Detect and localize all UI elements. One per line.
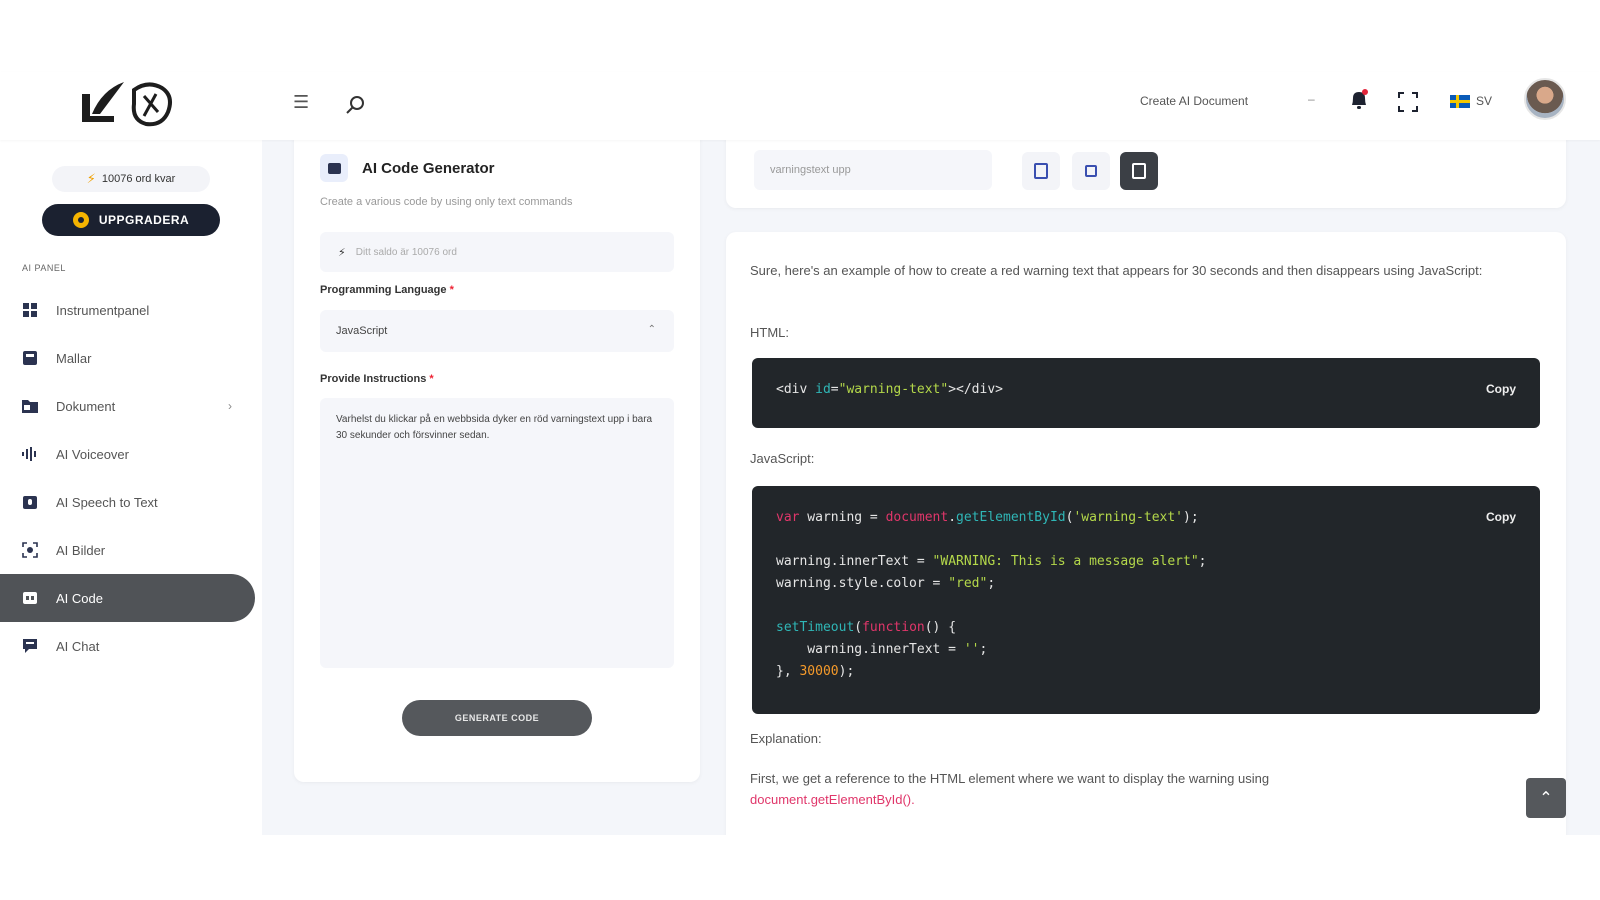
bolt-icon: ⚡ [338,246,346,259]
sidebar-item-label: AI Bilder [56,542,106,558]
chat-icon [22,638,38,654]
voiceover-icon [22,446,38,462]
image-icon [22,542,38,558]
code-line: setTimeout(function() { [776,620,957,635]
menu-toggle-icon[interactable]: ☰ [293,92,309,113]
copy-document-button[interactable] [1022,152,1060,190]
sidebar-item-label: AI Code [56,590,103,606]
explanation-text: First, we get a reference to the HTML el… [750,771,1270,807]
document-icon [1034,163,1048,179]
sidebar: ⚡ 10076 ord kvar UPPGRADERA AI PANEL Ins… [0,72,262,835]
sidebar-item-documents[interactable]: Dokument › [0,382,262,430]
copy-button[interactable]: Copy [1486,510,1516,524]
sidebar-item-speech-to-text[interactable]: AI Speech to Text [0,478,262,526]
words-remaining-badge: ⚡ 10076 ord kvar [52,166,210,192]
sidebar-item-label: AI Voiceover [56,446,129,462]
bolt-icon: ⚡ [86,171,96,186]
notification-bell-icon[interactable] [1348,88,1370,112]
sidebar-item-chat[interactable]: AI Chat [0,622,262,670]
sidebar-item-label: Mallar [56,350,92,366]
sidebar-item-label: AI Speech to Text [56,494,158,510]
result-intro: Sure, here's an example of how to create… [750,263,1483,278]
brand-logo [82,82,172,127]
scroll-to-top-button[interactable]: ⌃ [1526,778,1566,818]
documents-icon [22,398,38,414]
generate-code-button[interactable]: GENERATE CODE [402,700,592,736]
sidebar-item-label: Dokument [56,398,116,414]
words-remaining-text: 10076 ord kvar [101,173,176,185]
upgrade-label: UPPGRADERA [98,213,190,227]
copy-icon [1085,165,1097,177]
programming-language-select[interactable]: JavaScript ⌃ [320,310,674,352]
search-icon[interactable] [345,94,367,116]
generator-title: AI Code Generator [362,160,495,177]
code-line: }, 30000); [776,664,855,679]
create-ai-document-link[interactable]: Create AI Document [1140,94,1248,108]
fullscreen-icon[interactable] [1398,92,1418,112]
javascript-code-block: var warning = document.getElementById('w… [752,486,1540,714]
export-icon [1132,163,1146,179]
javascript-label: JavaScript: [750,451,815,466]
export-button[interactable] [1120,152,1158,190]
instructions-textarea[interactable]: Varhelst du klickar på en webbsida dyker… [320,398,674,668]
chevron-up-icon: ⌃ [647,324,656,335]
sidebar-section-label: AI PANEL [22,263,66,273]
words-balance-field: ⚡ Ditt saldo är 10076 ord [320,232,674,272]
programming-language-label: Programming Language * [320,284,454,296]
code-icon [22,590,38,606]
code-generator-icon [320,154,348,182]
sidebar-item-code[interactable]: AI Code [0,574,255,622]
app-body: ⚡ 10076 ord kvar UPPGRADERA AI PANEL Ins… [0,72,1600,835]
code-line: warning.style.color = "red"; [776,576,996,591]
sidebar-nav: Instrumentpanel Mallar Dokument › AI Voi… [0,286,262,670]
code-line: <div id="warning-text"></div> [776,382,1003,397]
chevron-right-icon: › [228,399,232,413]
sidebar-item-label: AI Chat [56,638,100,654]
upgrade-button[interactable]: UPPGRADERA [42,204,220,236]
sidebar-item-voiceover[interactable]: AI Voiceover [0,430,262,478]
dashboard-icon [22,302,38,318]
instructions-label: Provide Instructions * [320,373,434,385]
html-label: HTML: [750,325,789,340]
document-name-input[interactable]: varningstext upp [754,150,992,190]
generator-subtitle: Create a various code by using only text… [320,196,573,208]
sidebar-item-dashboard[interactable]: Instrumentpanel [0,286,262,334]
code-line: var warning = document.getElementById('w… [776,510,1199,525]
double-chevron-up-icon: ⌃ [1539,790,1553,807]
copy-button[interactable]: Copy [1486,382,1516,396]
programming-language-value: JavaScript [336,325,388,337]
code-line: warning.innerText = ''; [776,642,988,657]
sidebar-item-images[interactable]: AI Bilder [0,526,262,574]
language-code: SV [1476,94,1493,108]
words-balance-text: Ditt saldo är 10076 ord [355,246,457,258]
sidebar-item-label: Instrumentpanel [56,302,150,318]
user-avatar[interactable] [1524,78,1566,120]
result-card: Sure, here's an example of how to create… [726,232,1566,835]
create-document-separator: – [1308,92,1315,106]
templates-icon [22,350,38,366]
coin-icon [72,212,89,228]
language-selector[interactable]: SV [1450,94,1492,108]
speech-icon [22,494,38,510]
sidebar-item-templates[interactable]: Mallar [0,334,262,382]
explanation-label: Explanation: [750,731,822,746]
sweden-flag-icon [1450,94,1470,108]
code-line: warning.innerText = "WARNING: This is a … [776,554,1207,569]
html-code-block: <div id="warning-text"></div> Copy [752,358,1540,428]
explanation-link[interactable]: document.getElementById(). [750,792,915,807]
duplicate-button[interactable] [1072,152,1110,190]
code-generator-card: AI Code Generator Create a various code … [294,72,700,782]
